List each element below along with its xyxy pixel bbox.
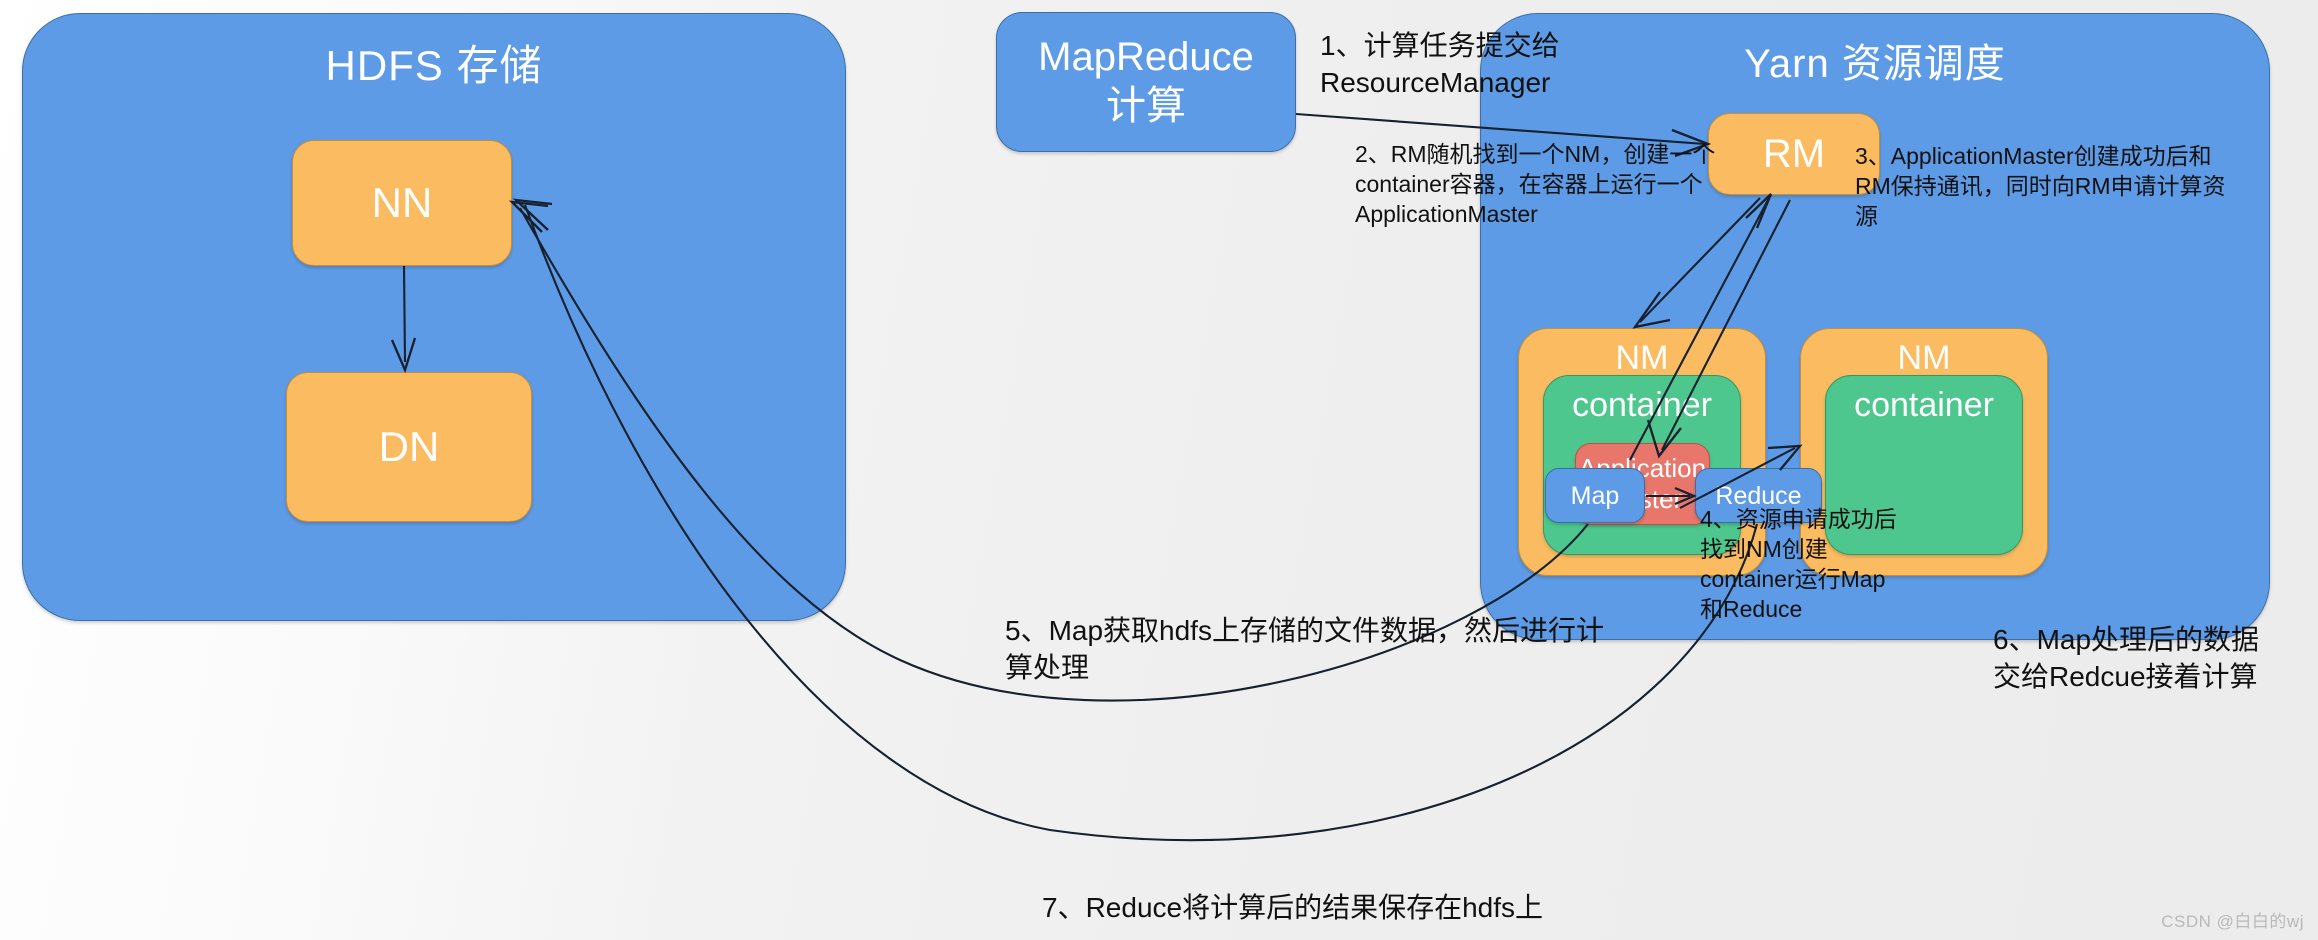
node-nm-left-label: NM: [1615, 339, 1669, 377]
mapreduce-group-title: MapReduce 计算: [1038, 35, 1254, 128]
step-1-annotation: 1、计算任务提交给 ResourceManager: [1320, 30, 1560, 98]
node-map-label: Map: [1570, 481, 1620, 510]
diagram-canvas: HDFS 存储 NN DN MapReduce 计算 Yarn 资源调度 RM …: [0, 0, 2318, 940]
node-nn-label: NN: [371, 179, 433, 227]
step-5-annotation: 5、Map获取hdfs上存储的文件数据，然后进行计 算处理: [1005, 615, 1604, 683]
node-rm-label: RM: [1762, 131, 1826, 176]
csdn-watermark: CSDN @白白的wj: [2161, 912, 2304, 931]
step-2-annotation: 2、RM随机找到一个NM，创建一个 container容器，在容器上运行一个 A…: [1355, 141, 1716, 227]
node-map[interactable]: Map: [1545, 468, 1645, 523]
node-dn[interactable]: DN: [286, 372, 532, 522]
step-6-annotation: 6、Map处理后的数据 交给Redcue接着计算: [1993, 624, 2260, 692]
hdfs-group-title: HDFS 存储: [325, 42, 543, 89]
yarn-group-title: Yarn 资源调度: [1744, 42, 2006, 86]
node-dn-label: DN: [378, 423, 440, 471]
mapreduce-group[interactable]: MapReduce 计算: [996, 12, 1296, 152]
node-nn[interactable]: NN: [292, 140, 512, 266]
step-7-annotation: 7、Reduce将计算后的结果保存在hdfs上: [1042, 892, 1544, 923]
step-3-annotation: 3、ApplicationMaster创建成功后和 RM保持通讯，同时向RM申请…: [1855, 143, 2226, 229]
container-left-label: container: [1572, 386, 1712, 424]
node-nm-right-label: NM: [1897, 339, 1951, 377]
step-4-annotation: 4、资源申请成功后 找到NM创建 container运行Map 和Reduce: [1700, 506, 1897, 622]
hdfs-group: HDFS 存储: [22, 13, 846, 621]
container-right-label: container: [1854, 386, 1994, 424]
